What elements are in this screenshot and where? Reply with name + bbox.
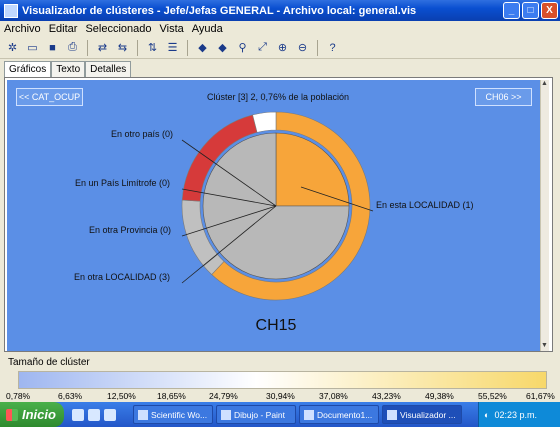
scroll-up-icon[interactable]: ▲: [540, 80, 549, 89]
toolbar-separator: [317, 39, 318, 56]
outer-ring-slice: [252, 111, 277, 133]
pie-chart: En otro país (0) En un País Limítrofe (0)…: [74, 111, 474, 334]
menu-editar[interactable]: Editar: [49, 23, 78, 35]
tab-graficos[interactable]: Gráficos: [4, 61, 52, 77]
toolbar-separator: [137, 39, 138, 56]
print-icon[interactable]: ⎙: [64, 39, 81, 56]
pie-label: En otra LOCALIDAD (3): [74, 272, 170, 282]
tick-label: 12,50%: [107, 391, 136, 401]
scroll-down-icon[interactable]: ▼: [540, 342, 549, 351]
media-icon[interactable]: [104, 408, 116, 421]
windows-logo-icon: [6, 408, 18, 421]
new-icon[interactable]: ✲: [4, 39, 21, 56]
pie-label: En otra Provincia (0): [89, 225, 171, 235]
tick-label: 18,65%: [157, 391, 186, 401]
tick-label: 6,63%: [58, 391, 83, 401]
tick-label: 49,38%: [425, 391, 454, 401]
paint-icon: [221, 409, 231, 420]
tray-icon[interactable]: ◐: [484, 410, 489, 420]
pie-label: En un País Limítrofe (0): [75, 178, 170, 188]
chart-title: CH15: [256, 317, 297, 334]
app-window: Visualizador de clústeres - Jefe/Jefas G…: [0, 0, 560, 427]
maximize-button[interactable]: □: [522, 2, 539, 19]
vertical-scrollbar[interactable]: ▲ ▼: [540, 80, 549, 351]
find-icon[interactable]: ⚲: [234, 39, 251, 56]
tick-label: 24,79%: [209, 391, 238, 401]
filter-icon[interactable]: ☰: [164, 39, 181, 56]
save-icon[interactable]: ■: [44, 39, 61, 56]
cluster-size-gradient: [18, 371, 547, 389]
pie-label: En esta LOCALIDAD (1): [376, 200, 474, 210]
word-icon: [304, 409, 314, 420]
redo-icon[interactable]: ⇆: [114, 39, 131, 56]
cluster-size-panel: Tamaño de clúster 0,78% 6,63% 12,50% 18,…: [0, 352, 560, 402]
app-icon: [387, 409, 397, 420]
title-bar[interactable]: Visualizador de clústeres - Jefe/Jefas G…: [0, 0, 560, 21]
menu-seleccionado[interactable]: Seleccionado: [85, 23, 151, 35]
cluster-plot: << CAT_OCUP Clúster [3] 2, 0,76% de la p…: [7, 80, 549, 351]
minimize-button[interactable]: _: [503, 2, 520, 19]
task-scientific-word[interactable]: Scientific Wo...: [133, 405, 213, 424]
app-icon: [138, 409, 148, 420]
menu-vista[interactable]: Vista: [160, 23, 184, 35]
tick-label: 55,52%: [478, 391, 507, 401]
menu-bar: Archivo Editar Seleccionado Vista Ayuda: [0, 21, 560, 37]
toolbar: ✲ ▭ ■ ⎙ ⇄ ⇆ ⇅ ☰ ◆ ◆ ⚲ ⤢ ⊕ ⊖ ?: [0, 37, 560, 59]
app-icon: [4, 3, 18, 18]
tick-label: 37,08%: [319, 391, 348, 401]
menu-archivo[interactable]: Archivo: [4, 23, 41, 35]
undo-icon[interactable]: ⇄: [94, 39, 111, 56]
task-label: Dibujo - Paint: [234, 409, 286, 420]
zoom-out-icon[interactable]: ⊖: [294, 39, 311, 56]
task-label: Scientific Wo...: [151, 409, 208, 420]
tick-label: 61,67%: [526, 391, 555, 401]
cluster-size-label: Tamaño de clúster: [8, 357, 90, 368]
task-paint[interactable]: Dibujo - Paint: [216, 405, 296, 424]
start-button[interactable]: Inicio: [0, 402, 64, 427]
system-tray: ◐ 02:23 p.m.: [478, 402, 560, 427]
task-visualizador[interactable]: Visualizador ...: [382, 405, 462, 424]
tick-label: 43,23%: [372, 391, 401, 401]
forward-icon[interactable]: ◆: [214, 39, 231, 56]
chart-canvas: << CAT_OCUP Clúster [3] 2, 0,76% de la p…: [4, 77, 553, 352]
help-icon[interactable]: ?: [324, 39, 341, 56]
close-button[interactable]: X: [541, 2, 558, 19]
task-documento[interactable]: Documento1...: [299, 405, 379, 424]
taskbar: Inicio Scientific Wo... Dibujo - Paint D…: [0, 402, 560, 427]
tab-detalles[interactable]: Detalles: [85, 61, 132, 77]
zoom-fit-icon[interactable]: ⤢: [254, 39, 271, 56]
open-icon[interactable]: ▭: [24, 39, 41, 56]
clock: 02:23 p.m.: [494, 409, 537, 420]
toolbar-separator: [87, 39, 88, 56]
view-tabs: Gráficos Texto Detalles: [4, 61, 132, 77]
pie-label: En otro país (0): [111, 129, 173, 139]
zoom-in-icon[interactable]: ⊕: [274, 39, 291, 56]
explorer-icon[interactable]: [88, 408, 100, 421]
ie-icon[interactable]: [72, 408, 84, 421]
sort-icon[interactable]: ⇅: [144, 39, 161, 56]
task-label: Documento1...: [317, 409, 373, 420]
tick-label: 0,78%: [6, 391, 31, 401]
tick-label: 30,94%: [266, 391, 295, 401]
back-icon[interactable]: ◆: [194, 39, 211, 56]
start-label: Inicio: [22, 407, 56, 422]
quick-launch: [72, 408, 130, 421]
toolbar-separator: [187, 39, 188, 56]
menu-ayuda[interactable]: Ayuda: [192, 23, 223, 35]
tab-texto[interactable]: Texto: [51, 61, 86, 77]
task-label: Visualizador ...: [400, 409, 456, 420]
window-title: Visualizador de clústeres - Jefe/Jefas G…: [22, 4, 417, 17]
